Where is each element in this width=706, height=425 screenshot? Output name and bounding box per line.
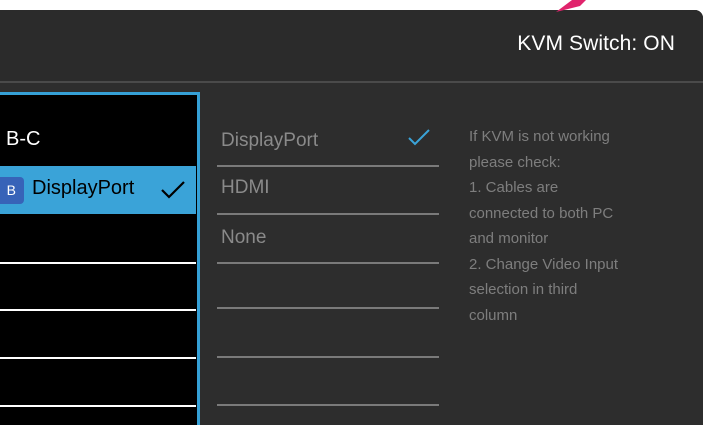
osd-header: KVM Switch: ON <box>0 10 703 83</box>
check-icon <box>161 181 185 199</box>
help-line: column <box>469 306 518 324</box>
help-line: connected to both PC <box>469 204 614 222</box>
input-source-column: B-C B DisplayPort <box>0 92 200 425</box>
pointer-marker <box>556 0 586 12</box>
help-line: 2. Change Video Input <box>469 255 619 273</box>
help-line: 1. Cables are <box>469 179 559 196</box>
menu-item-none[interactable]: None <box>217 211 439 261</box>
menu-item-label: HDMI <box>221 177 270 198</box>
kvm-switch-status: KVM Switch: ON <box>517 32 675 55</box>
menu-divider <box>0 309 196 311</box>
menu-item-label: None <box>221 227 267 248</box>
help-line: selection in third <box>469 281 578 298</box>
menu-item-label: DisplayPort <box>221 130 319 151</box>
menu-item-usb-c[interactable]: B-C <box>6 128 202 151</box>
kvm-help-text: If KVM is not working please check: 1. C… <box>469 124 679 328</box>
menu-divider <box>0 405 196 407</box>
help-line: If KVM is not working <box>469 128 610 145</box>
help-line: and monitor <box>469 230 549 247</box>
help-line: please check: <box>469 153 561 171</box>
menu-item-label: DisplayPort <box>32 177 135 199</box>
menu-divider <box>0 357 196 359</box>
osd-panel: KVM Switch: ON B-C B DisplayPort Display… <box>0 10 703 425</box>
menu-item-hdmi[interactable]: HDMI <box>217 161 439 211</box>
menu-divider <box>217 404 439 406</box>
menu-divider <box>217 262 439 264</box>
menu-divider <box>217 307 439 309</box>
check-icon <box>408 129 430 146</box>
menu-divider <box>0 262 196 264</box>
menu-item-displayport-selected[interactable]: B DisplayPort <box>0 166 196 214</box>
menu-item-displayport[interactable]: DisplayPort <box>217 114 439 164</box>
menu-divider <box>217 356 439 358</box>
port-tag-badge: B <box>0 177 24 204</box>
menu-item-label: B-C <box>6 128 41 150</box>
